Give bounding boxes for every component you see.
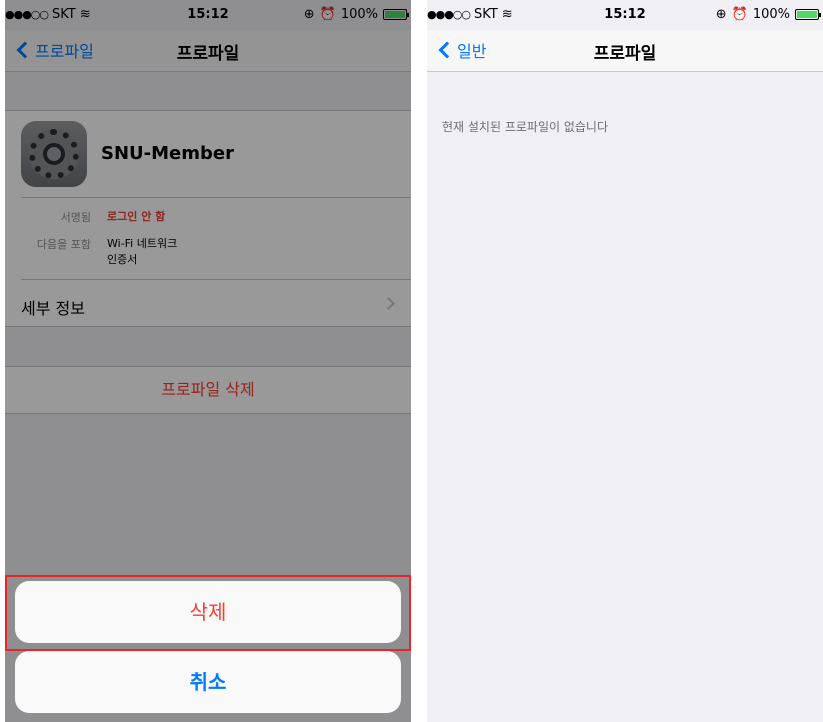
rotation-lock-icon: ⊕ <box>715 7 727 22</box>
right-screen: ●●●○○ SKT ≋ 15:12 ⊕ ⏰ 100% 일반 프로파일 현재 설치… <box>427 0 823 722</box>
empty-state-message: 현재 설치된 프로파일이 없습니다 <box>442 120 609 134</box>
left-screen: ●●●○○ SKT ≋ 15:12 ⊕ ⏰ 100% 프로파일 프로파일 SNU… <box>5 0 411 722</box>
nav-bar: 일반 프로파일 <box>427 30 823 72</box>
page-title: 프로파일 <box>593 44 657 64</box>
battery-percent: 100% <box>752 7 790 22</box>
battery-icon <box>795 9 821 20</box>
alarm-icon: ⏰ <box>731 7 748 22</box>
status-bar: ●●●○○ SKT ≋ 15:12 ⊕ ⏰ 100% <box>427 0 823 30</box>
cancel-button[interactable]: 취소 <box>15 651 401 713</box>
highlight-box <box>5 575 411 651</box>
